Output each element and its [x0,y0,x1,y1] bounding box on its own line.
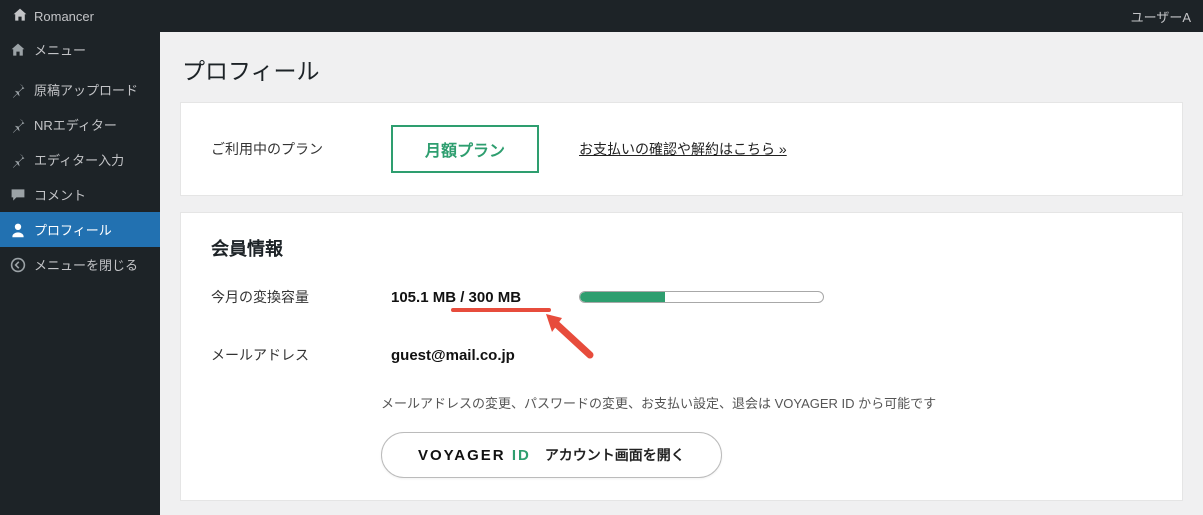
sidebar-item-menu[interactable]: メニュー [0,32,160,67]
sidebar-item-label: NRエディター [34,115,117,134]
email-label: メールアドレス [211,345,351,365]
comment-icon [10,187,26,203]
member-panel: 会員情報 今月の変換容量 105.1 MB / 300 MB メールアドレス g… [180,212,1183,501]
topbar: Romancer ユーザーA [0,0,1203,32]
quota-label: 今月の変換容量 [211,287,351,307]
sidebar-item-label: プロフィール [34,220,112,239]
pin-icon [10,152,26,168]
topbar-brand[interactable]: Romancer [12,7,94,26]
annotation-underline [451,308,551,312]
home-icon [12,7,28,26]
page-title: プロフィール [180,52,1183,86]
payment-link[interactable]: お支払いの確認や解約はこちら » [579,139,787,159]
sidebar-item-nr-editor[interactable]: NRエディター [0,107,160,142]
quota-progress-fill [580,292,665,302]
plan-label: ご利用中のプラン [211,139,351,159]
plan-badge: 月額プラン [391,125,539,173]
voyager-logo: VOYAGER ID [418,447,531,464]
brand-label: Romancer [34,9,94,24]
sidebar-item-upload[interactable]: 原稿アップロード [0,72,160,107]
plan-panel: ご利用中のプラン 月額プラン お支払いの確認や解約はこちら » [180,102,1183,196]
sidebar-item-label: メニュー [34,40,86,59]
member-note: メールアドレスの変更、パスワードの変更、お支払い設定、退会は VOYAGER I… [381,393,1152,412]
quota-value: 105.1 MB / 300 MB [391,289,521,306]
main-content: プロフィール ご利用中のプラン 月額プラン お支払いの確認や解約はこちら » 会… [160,32,1203,515]
sidebar-item-label: エディター入力 [34,150,124,169]
sidebar-item-label: コメント [34,185,86,204]
member-section-title: 会員情報 [211,235,1152,261]
collapse-icon [10,257,26,273]
sidebar: メニュー 原稿アップロード NRエディター エディター入力 コメント プロフィー… [0,32,160,515]
sidebar-item-comments[interactable]: コメント [0,177,160,212]
voyager-button-label: アカウント画面を開く [545,445,685,465]
sidebar-item-editor-input[interactable]: エディター入力 [0,142,160,177]
quota-row: 今月の変換容量 105.1 MB / 300 MB [211,287,1152,307]
sidebar-item-label: メニューを閉じる [34,255,138,274]
sidebar-item-label: 原稿アップロード [34,80,138,99]
sidebar-item-profile[interactable]: プロフィール [0,212,160,247]
voyager-id-button[interactable]: VOYAGER ID アカウント画面を開く [381,432,722,478]
pin-icon [10,117,26,133]
topbar-user[interactable]: ユーザーA [1131,7,1191,26]
quota-progress [579,291,824,303]
pin-icon [10,82,26,98]
person-icon [10,222,26,238]
home-icon [10,42,26,58]
email-value: guest@mail.co.jp [391,347,515,364]
email-row: メールアドレス guest@mail.co.jp [211,345,1152,365]
sidebar-item-collapse[interactable]: メニューを閉じる [0,247,160,282]
